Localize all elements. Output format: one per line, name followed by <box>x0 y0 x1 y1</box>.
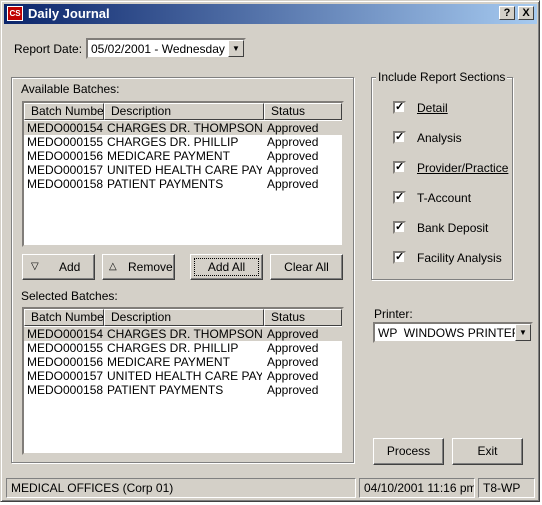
add-all-button[interactable]: Add All <box>190 254 263 280</box>
description-cell: PATIENT PAYMENTS <box>107 177 224 191</box>
selected-batches-list[interactable]: Batch Number Description Status MEDO0001… <box>22 307 344 455</box>
printer-dropdown[interactable]: WP WINDOWS PRINTER ▼ <box>373 322 533 343</box>
column-header-batch-number[interactable]: Batch Number <box>24 309 104 326</box>
status-cell: Approved <box>267 369 319 383</box>
status-cell: Approved <box>267 355 319 369</box>
process-button[interactable]: Process <box>373 438 444 465</box>
table-row[interactable]: MEDO000157 UNITED HEALTH CARE PAY... App… <box>24 163 342 177</box>
description-cell: UNITED HEALTH CARE PAY... <box>107 163 262 177</box>
selected-batches-label: Selected Batches: <box>21 289 118 303</box>
report-date-label: Report Date: <box>14 42 83 56</box>
description-cell: CHARGES DR. PHILLIP <box>107 135 239 149</box>
exit-button[interactable]: Exit <box>452 438 523 465</box>
description-cell: PATIENT PAYMENTS <box>107 383 224 397</box>
batch-number-cell: MEDO000154 <box>27 121 104 135</box>
add-button[interactable]: ▽ Add <box>22 254 95 280</box>
batch-number-cell: MEDO000156 <box>27 149 104 163</box>
description-cell: MEDICARE PAYMENT <box>107 355 230 369</box>
column-header-description[interactable]: Description <box>104 103 264 120</box>
detail-checkbox[interactable]: ✓ <box>393 101 406 114</box>
detail-label[interactable]: Detail <box>417 101 448 115</box>
arrow-down-icon: ▽ <box>31 261 39 272</box>
title-bar[interactable]: CS Daily Journal ? X <box>4 4 537 24</box>
batch-number-cell: MEDO000154 <box>27 327 104 341</box>
column-header-description[interactable]: Description <box>104 309 264 326</box>
provider-practice-label[interactable]: Provider/Practice <box>417 161 508 175</box>
table-row[interactable]: MEDO000156 MEDICARE PAYMENT Approved <box>24 355 342 369</box>
table-row[interactable]: MEDO000156 MEDICARE PAYMENT Approved <box>24 149 342 163</box>
batch-number-cell: MEDO000156 <box>27 355 104 369</box>
help-button[interactable]: ? <box>499 6 515 20</box>
status-datetime: 04/10/2001 11:16 pm <box>359 478 475 498</box>
batch-number-cell: MEDO000157 <box>27 163 104 177</box>
report-sections-title: Include Report Sections <box>376 70 508 84</box>
chevron-down-icon[interactable]: ▼ <box>515 324 531 341</box>
description-cell: CHARGES DR. PHILLIP <box>107 341 239 355</box>
batch-number-cell: MEDO000157 <box>27 369 104 383</box>
table-row[interactable]: MEDO000155 CHARGES DR. PHILLIP Approved <box>24 135 342 149</box>
app-icon: CS <box>7 6 23 21</box>
table-row[interactable]: MEDO000154 CHARGES DR. THOMPSON Approved <box>24 121 342 135</box>
daily-journal-window: CS Daily Journal ? X Report Date: 05/02/… <box>0 0 540 502</box>
clear-all-button[interactable]: Clear All <box>270 254 343 280</box>
status-cell: Approved <box>267 135 319 149</box>
table-row[interactable]: MEDO000155 CHARGES DR. PHILLIP Approved <box>24 341 342 355</box>
t-account-checkbox[interactable]: ✓ <box>393 191 406 204</box>
table-row[interactable]: MEDO000158 PATIENT PAYMENTS Approved <box>24 177 342 191</box>
batch-number-cell: MEDO000155 <box>27 135 104 149</box>
status-cell: Approved <box>267 383 319 397</box>
status-cell: Approved <box>267 149 319 163</box>
available-batches-label: Available Batches: <box>21 82 120 96</box>
bank-deposit-label[interactable]: Bank Deposit <box>417 221 488 235</box>
t-account-label[interactable]: T-Account <box>417 191 471 205</box>
report-date-dropdown[interactable]: 05/02/2001 - Wednesday ▼ <box>86 38 246 59</box>
description-cell: CHARGES DR. THOMPSON <box>107 121 262 135</box>
description-cell: UNITED HEALTH CARE PAY... <box>107 369 262 383</box>
arrow-up-icon: △ <box>109 261 117 272</box>
column-header-status[interactable]: Status <box>264 309 342 326</box>
column-header-batch-number[interactable]: Batch Number <box>24 103 104 120</box>
remove-button-label: Remove <box>128 260 173 274</box>
analysis-checkbox[interactable]: ✓ <box>393 131 406 144</box>
report-date-value: 05/02/2001 - Wednesday <box>91 42 225 56</box>
add-button-label: Add <box>59 260 81 274</box>
bank-deposit-checkbox[interactable]: ✓ <box>393 221 406 234</box>
status-cell: Approved <box>267 163 319 177</box>
facility-analysis-label[interactable]: Facility Analysis <box>417 251 502 265</box>
description-cell: CHARGES DR. THOMPSON <box>107 327 262 341</box>
close-button[interactable]: X <box>518 6 534 20</box>
analysis-label[interactable]: Analysis <box>417 131 462 145</box>
description-cell: MEDICARE PAYMENT <box>107 149 230 163</box>
table-row[interactable]: MEDO000158 PATIENT PAYMENTS Approved <box>24 383 342 397</box>
remove-button[interactable]: △ Remove <box>102 254 175 280</box>
printer-label: Printer: <box>374 307 413 321</box>
available-batches-list[interactable]: Batch Number Description Status MEDO0001… <box>22 101 344 247</box>
status-cell: Approved <box>267 177 319 191</box>
status-cell: Approved <box>267 341 319 355</box>
column-header-status[interactable]: Status <box>264 103 342 120</box>
provider-practice-checkbox[interactable]: ✓ <box>393 161 406 174</box>
status-station: T8-WP <box>478 478 535 498</box>
table-row[interactable]: MEDO000154 CHARGES DR. THOMPSON Approved <box>24 327 342 341</box>
facility-analysis-checkbox[interactable]: ✓ <box>393 251 406 264</box>
chevron-down-icon[interactable]: ▼ <box>228 40 244 57</box>
printer-value: WP WINDOWS PRINTER <box>378 326 521 340</box>
status-company: MEDICAL OFFICES (Corp 01) <box>6 478 356 498</box>
status-cell: Approved <box>267 121 319 135</box>
status-cell: Approved <box>267 327 319 341</box>
batch-number-cell: MEDO000155 <box>27 341 104 355</box>
batch-number-cell: MEDO000158 <box>27 177 104 191</box>
batch-number-cell: MEDO000158 <box>27 383 104 397</box>
window-title: Daily Journal <box>28 6 110 21</box>
table-row[interactable]: MEDO000157 UNITED HEALTH CARE PAY... App… <box>24 369 342 383</box>
